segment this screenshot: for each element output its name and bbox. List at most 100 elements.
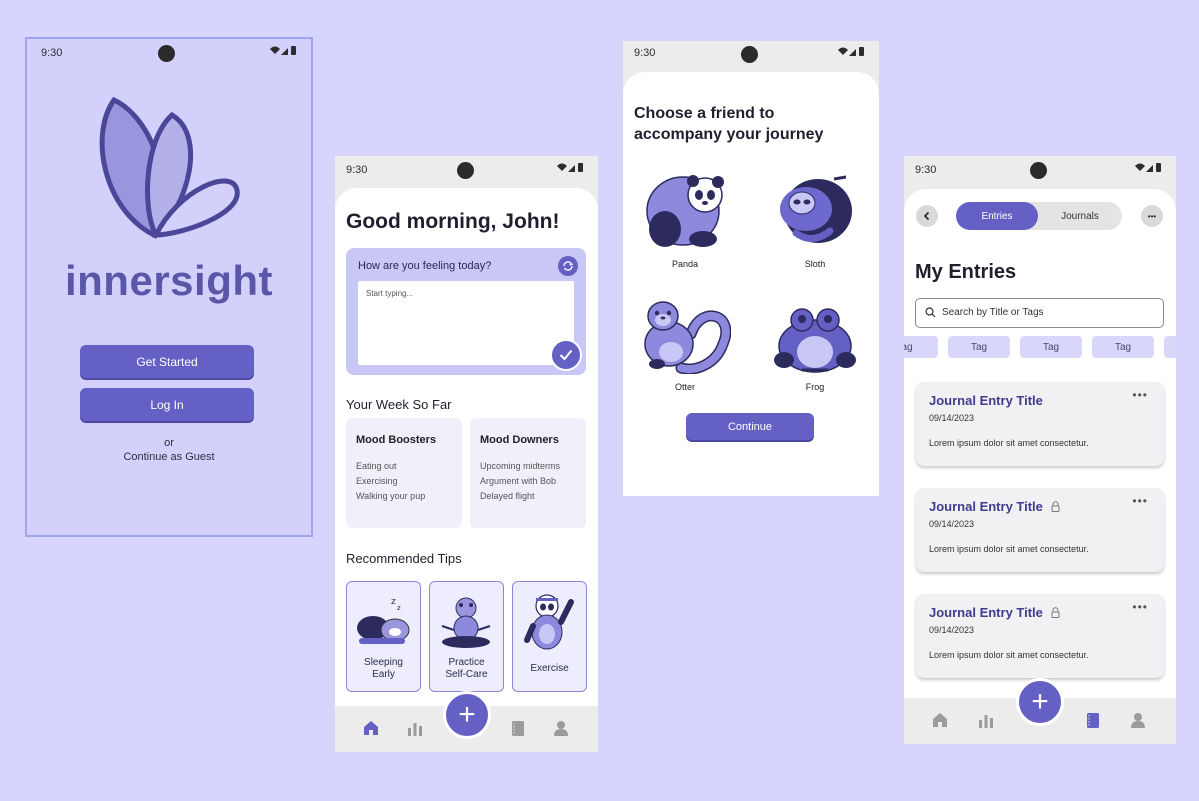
submit-mood-button[interactable] <box>550 339 582 371</box>
entry-excerpt: Lorem ipsum dolor sit amet consectetur. <box>929 650 1089 660</box>
status-time: 9:30 <box>41 47 63 59</box>
login-button[interactable]: Log In <box>80 388 254 421</box>
sloth-icon <box>780 175 852 243</box>
home-screen: 9:30 Good morning, John! How are you fee… <box>335 156 598 752</box>
friend-option-frog[interactable]: Frog <box>765 294 865 404</box>
panda-icon <box>646 175 724 247</box>
back-button[interactable] <box>916 205 938 227</box>
entries-content: Entries Journals ••• My Entries Search b… <box>904 189 1176 698</box>
entry-title: Journal Entry Title <box>929 605 1060 620</box>
tag-chip[interactable]: Tag <box>948 336 1010 358</box>
mood-downers-title: Mood Downers <box>480 434 559 446</box>
chevron-left-icon <box>923 211 930 221</box>
entry-card[interactable]: Journal Entry Title 09/14/2023 Lorem ips… <box>916 382 1164 466</box>
booster-item: Exercising <box>356 476 398 486</box>
mood-downers-card: Mood Downers Upcoming midterms Argument … <box>470 418 586 528</box>
refresh-button[interactable] <box>558 256 578 276</box>
status-bar: 9:30 <box>27 39 311 67</box>
downer-item: Argument with Bob <box>480 476 557 486</box>
tip-card-self-care[interactable]: Practice Self-Care <box>429 581 504 692</box>
home-icon[interactable] <box>931 711 949 729</box>
entry-excerpt: Lorem ipsum dolor sit amet consectetur. <box>929 438 1089 448</box>
svg-text:z: z <box>397 604 401 612</box>
profile-icon[interactable] <box>552 719 570 737</box>
entry-card[interactable]: Journal Entry Title 09/14/2023 Lorem ips… <box>916 594 1164 678</box>
mood-input[interactable]: Start typing... <box>358 281 574 365</box>
chart-icon[interactable] <box>977 711 995 729</box>
status-bar: 9:30 <box>623 41 879 69</box>
week-title: Your Week So Far <box>346 397 452 412</box>
search-input[interactable]: Search by Title or Tags <box>915 298 1164 328</box>
downer-item: Delayed flight <box>480 491 535 501</box>
lock-icon <box>1051 607 1060 618</box>
entry-more-icon[interactable]: ••• <box>1132 600 1148 614</box>
booster-item: Walking your pup <box>356 491 426 501</box>
tag-chip[interactable]: Tag <box>1020 336 1082 358</box>
system-icons <box>1134 162 1164 173</box>
entry-date: 09/14/2023 <box>929 519 975 529</box>
splash-screen: 9:30 innersight Get Started Log In or Co… <box>25 37 313 537</box>
status-time: 9:30 <box>634 47 656 59</box>
entry-title: Journal Entry Title <box>929 393 1043 408</box>
more-button[interactable]: ••• <box>1141 205 1163 227</box>
innersight-logo-icon <box>99 96 240 239</box>
continue-button[interactable]: Continue <box>686 413 814 440</box>
profile-icon[interactable] <box>1129 711 1147 729</box>
downer-item: Upcoming midterms <box>480 461 561 471</box>
exercise-panda-icon <box>524 594 574 650</box>
home-content: Good morning, John! How are you feeling … <box>335 188 598 706</box>
continue-guest-link[interactable]: Continue as Guest <box>27 451 311 463</box>
tag-chip[interactable] <box>1164 336 1176 358</box>
tab-journals[interactable]: Journals <box>1038 202 1122 230</box>
tip-card-sleeping[interactable]: z z Sleeping Early <box>346 581 421 692</box>
friend-option-sloth[interactable]: Sloth <box>765 167 865 277</box>
status-time: 9:30 <box>346 164 368 176</box>
mood-card: How are you feeling today? Start typing.… <box>346 248 586 375</box>
animal-label: Frog <box>805 382 825 392</box>
tip-label: Sleeping Early <box>364 657 403 680</box>
tip-card-exercise[interactable]: Exercise <box>512 581 587 692</box>
mood-prompt: How are you feeling today? <box>358 260 492 272</box>
friend-content: Choose a friend to accompany your journe… <box>623 72 879 496</box>
refresh-icon <box>563 261 574 271</box>
add-entry-button[interactable]: + <box>1016 678 1064 726</box>
camera-icon <box>1030 162 1047 179</box>
tip-label: Practice Self-Care <box>445 657 488 680</box>
booster-item: Eating out <box>356 461 397 471</box>
greeting-title: Good morning, John! <box>346 210 560 233</box>
journal-icon[interactable] <box>1084 711 1102 729</box>
animal-label: Sloth <box>804 259 826 269</box>
entry-more-icon[interactable]: ••• <box>1132 388 1148 402</box>
entry-date: 09/14/2023 <box>929 413 975 423</box>
search-icon <box>925 307 936 318</box>
search-placeholder: Search by Title or Tags <box>942 307 1044 318</box>
check-icon <box>559 349 573 361</box>
friend-option-otter[interactable]: Otter <box>635 294 735 404</box>
entry-more-icon[interactable]: ••• <box>1132 494 1148 508</box>
entry-title: Journal Entry Title <box>929 499 1060 514</box>
home-icon[interactable] <box>362 719 380 737</box>
tag-chip[interactable]: ag <box>904 336 938 358</box>
view-toggle: Entries Journals <box>956 202 1122 230</box>
journal-icon[interactable] <box>509 719 527 737</box>
or-label: or <box>164 437 174 449</box>
tab-entries[interactable]: Entries <box>956 202 1038 230</box>
entry-card[interactable]: Journal Entry Title 09/14/2023 Lorem ips… <box>916 488 1164 572</box>
mood-boosters-title: Mood Boosters <box>356 434 437 446</box>
chart-icon[interactable] <box>406 719 424 737</box>
choose-friend-screen: 9:30 Choose a friend to accompany your j… <box>623 41 879 496</box>
friend-title: Choose a friend to accompany your journe… <box>634 105 824 143</box>
meditating-frog-icon <box>441 597 491 648</box>
add-entry-button[interactable]: + <box>443 691 491 739</box>
entry-excerpt: Lorem ipsum dolor sit amet consectetur. <box>929 544 1089 554</box>
signal-battery-icon <box>270 46 296 55</box>
camera-icon <box>158 45 175 62</box>
get-started-button[interactable]: Get Started <box>80 345 254 378</box>
animal-label: Panda <box>671 259 699 269</box>
lock-icon <box>1051 501 1060 512</box>
friend-option-panda[interactable]: Panda <box>635 167 735 277</box>
page-title: My Entries <box>915 261 1017 283</box>
tag-row: ag Tag Tag Tag <box>904 336 1176 358</box>
tag-chip[interactable]: Tag <box>1092 336 1154 358</box>
signal-battery-icon <box>557 163 583 172</box>
